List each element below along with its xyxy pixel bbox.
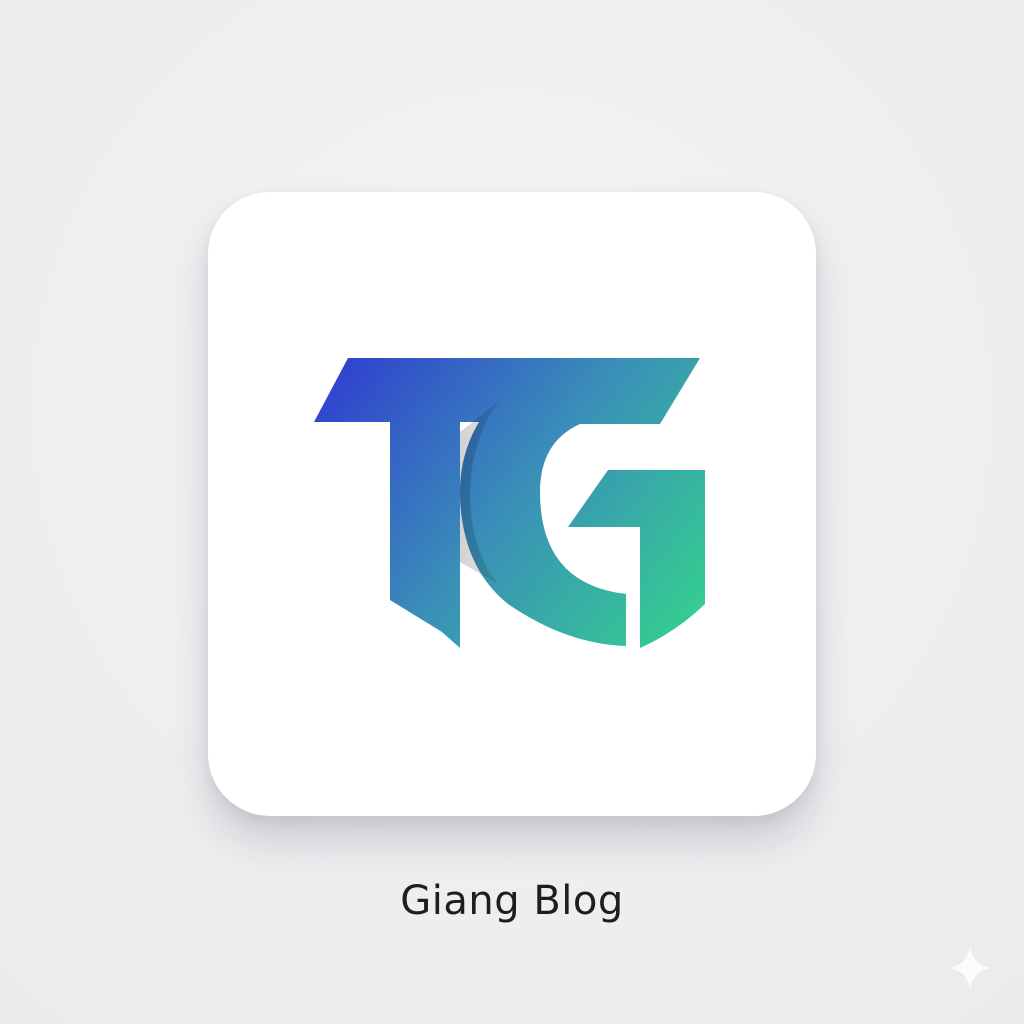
app-name-label: Giang Blog — [400, 878, 624, 924]
sparkle-icon — [948, 946, 992, 990]
app-icon-tile[interactable] — [208, 192, 816, 816]
tg-monogram-logo-icon — [314, 358, 705, 648]
